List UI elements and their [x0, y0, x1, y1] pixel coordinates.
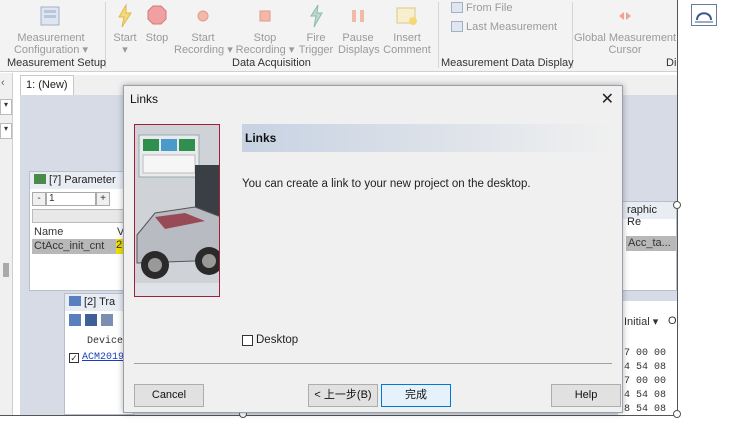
wizard-description: You can create a link to your new projec… — [242, 178, 531, 190]
dialog-separator — [134, 363, 612, 364]
last-measurement-button[interactable]: Last Measurement — [451, 21, 557, 33]
chevron-left-icon[interactable]: ‹ — [1, 77, 5, 89]
desktop-checkbox-label: Desktop — [256, 334, 299, 346]
column-name-header: Name — [34, 226, 64, 238]
trace-add-icon[interactable] — [69, 314, 81, 326]
group-display-truncated: Di — [666, 57, 677, 69]
measurement-configuration-label: Measurement Configuration ▾ — [13, 32, 88, 56]
group-measurement-setup: Measurement Setup — [7, 57, 107, 69]
group-separator — [438, 2, 439, 68]
hex-row: 4 54 08 — [624, 362, 667, 373]
stop-button[interactable]: Stop — [143, 3, 171, 45]
cancel-button[interactable]: Cancel — [134, 384, 204, 407]
links-dialog: Links ✕ Links You can create a link to y… — [123, 85, 623, 413]
insert-comment-label: Insert Comment — [383, 32, 431, 56]
decrement-button[interactable]: - — [32, 192, 46, 206]
stop-label: Stop — [145, 32, 169, 44]
resize-handle[interactable] — [673, 201, 681, 209]
graphic-window-title: raphic Re — [623, 202, 676, 228]
global-measurement-cursor-button[interactable]: Global Measurement Cursor — [574, 3, 676, 56]
from-file-label: From File — [466, 2, 513, 14]
fire-trigger-button[interactable]: Fire Trigger — [297, 3, 335, 56]
initial-dropdown[interactable]: Initial ▾ — [624, 315, 658, 328]
start-recording-icon — [197, 10, 209, 22]
measurement-config-icon — [40, 6, 60, 26]
scroll-thumb[interactable] — [3, 263, 9, 277]
finish-button[interactable]: 完成 — [381, 384, 451, 407]
column-o-header: O — [668, 315, 677, 327]
stop-recording-icon — [259, 10, 271, 22]
parameter-window[interactable]: [7] Parameter - 1 + Name V CtAcc_init_cn… — [29, 171, 129, 291]
ribbon-toolbar: Measurement Configuration ▾ Start ▾ Stop… — [0, 0, 677, 72]
pause-displays-label: Pause Displays — [338, 32, 380, 56]
trace-window-title-text: [2] Tra — [84, 296, 116, 308]
wizard-page-header: Links — [242, 124, 614, 152]
group-data-acquisition: Data Acquisition — [232, 57, 311, 69]
hex-row: 7 00 00 — [624, 348, 667, 359]
parameter-filter-row — [32, 209, 128, 223]
back-button[interactable]: < 上一步(B) — [308, 384, 378, 407]
selection-border — [0, 415, 677, 416]
trace-data-panel: Initial ▾ O 7 00 00 4 54 08 7 00 00 4 54… — [618, 301, 677, 415]
chevron-down-icon[interactable]: ▾ — [0, 99, 12, 115]
close-icon[interactable]: ✕ — [601, 89, 614, 109]
graphic-window[interactable]: raphic Re Acc_ta... — [622, 201, 677, 291]
stop-recording-button[interactable]: Stop Recording ▾ — [235, 3, 295, 56]
dialog-title: Links — [130, 92, 159, 106]
tab-document-new[interactable]: 1: (New) — [20, 75, 74, 95]
start-label: Start ▾ — [113, 32, 137, 56]
layout-options-icon[interactable] — [691, 4, 717, 26]
trace-filter-icon[interactable] — [101, 314, 113, 326]
hex-row: 4 54 08 — [624, 390, 667, 401]
desktop-checkbox[interactable] — [242, 334, 253, 346]
wizard-hero-image — [134, 124, 220, 297]
hex-row: 7 00 00 — [624, 376, 667, 387]
parameter-row[interactable]: CtAcc_init_cnt 2 — [32, 239, 128, 254]
pause-displays-button[interactable]: Pause Displays — [338, 3, 380, 56]
global-measurement-cursor-label: Global Measurement Cursor — [574, 32, 677, 56]
trace-window-icon — [69, 296, 81, 306]
increment-button[interactable]: + — [96, 192, 110, 206]
stop-icon — [147, 5, 167, 25]
parameter-row-name: CtAcc_init_cnt — [34, 240, 105, 252]
parameter-window-icon — [34, 174, 46, 184]
start-button[interactable]: Start ▾ — [110, 3, 140, 56]
desktop-checkbox-row[interactable]: Desktop — [242, 334, 298, 346]
chevron-down-icon[interactable]: ▾ — [0, 123, 12, 139]
from-file-button[interactable]: From File — [451, 2, 512, 14]
from-file-icon — [451, 2, 463, 13]
stepper-value-input[interactable]: 1 — [46, 192, 96, 206]
last-measurement-icon — [451, 21, 463, 32]
parameter-window-title: [7] Parameter — [30, 172, 128, 189]
parameter-window-title-text: [7] Parameter — [49, 174, 116, 186]
insert-comment-button[interactable]: Insert Comment — [381, 3, 433, 56]
start-recording-button[interactable]: Start Recording ▾ — [174, 3, 233, 56]
fire-trigger-icon — [310, 4, 323, 28]
last-measurement-label: Last Measurement — [466, 21, 558, 33]
trace-list-icon[interactable] — [85, 314, 97, 326]
start-lightning-icon — [118, 3, 132, 28]
fire-trigger-label: Fire Trigger — [298, 32, 334, 56]
graphic-item[interactable]: Acc_ta... — [626, 236, 676, 251]
car-wireframe-image — [135, 125, 219, 296]
pause-displays-icon — [352, 10, 364, 22]
help-button[interactable]: Help — [551, 384, 621, 407]
start-recording-label: Start Recording ▾ — [174, 32, 233, 56]
left-panel-strip: ‹ ▾ ▾ — [0, 73, 13, 415]
global-cursor-icon — [619, 12, 631, 20]
resize-handle[interactable] — [673, 410, 681, 418]
measurement-configuration-button[interactable]: Measurement Configuration ▾ — [6, 3, 96, 56]
stop-recording-label: Stop Recording ▾ — [235, 32, 295, 56]
insert-comment-icon — [396, 7, 417, 25]
device-checkbox[interactable]: ✓ — [69, 352, 79, 363]
group-measurement-data-display: Measurement Data Display — [441, 57, 574, 69]
